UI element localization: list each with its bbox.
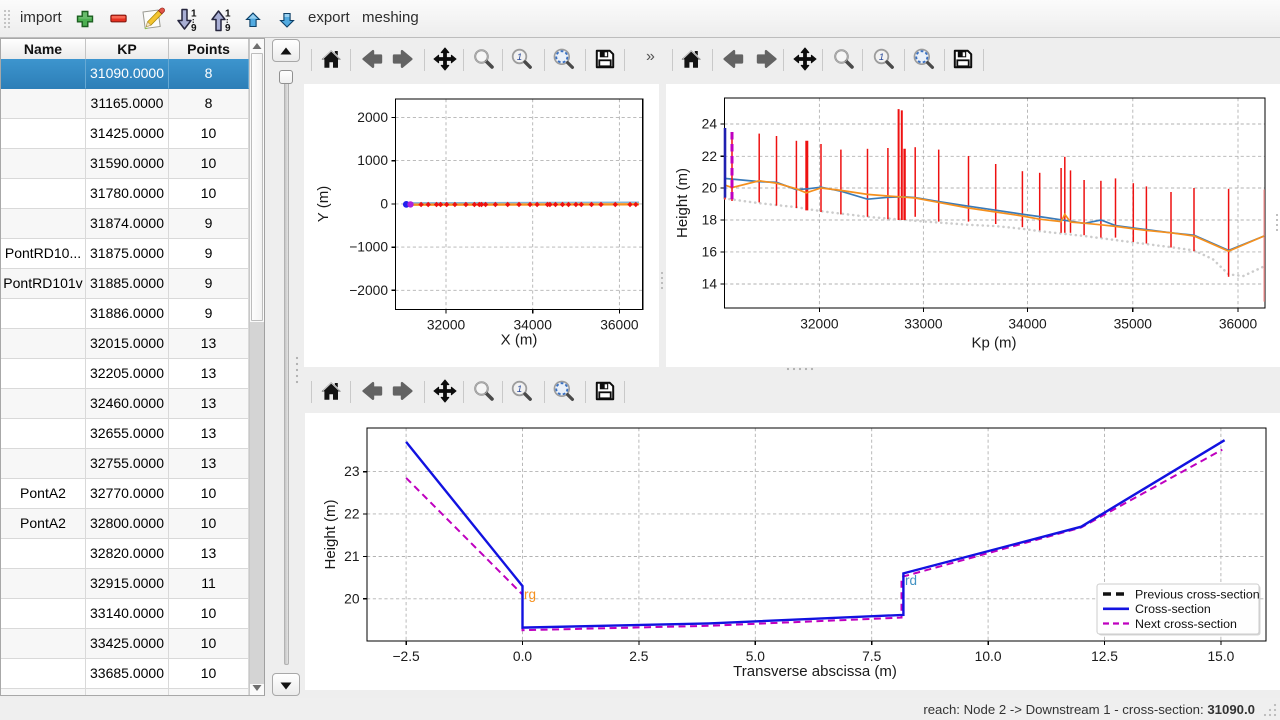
svg-text:9: 9	[225, 23, 231, 32]
svg-text:Y (m): Y (m)	[315, 186, 332, 222]
svg-text:0: 0	[380, 197, 388, 212]
svg-text:rg: rg	[524, 587, 536, 602]
svg-text:20: 20	[702, 181, 718, 196]
svg-text:10.0: 10.0	[975, 649, 1002, 664]
svg-text:14: 14	[702, 277, 718, 292]
svg-text:35000: 35000	[1114, 317, 1153, 332]
svg-text:33000: 33000	[904, 317, 943, 332]
svg-text:Cross-section: Cross-section	[1135, 602, 1211, 616]
svg-text:18: 18	[702, 213, 718, 228]
svg-text:16: 16	[702, 244, 718, 259]
svg-text:32000: 32000	[800, 317, 839, 332]
svg-text:0.0: 0.0	[513, 649, 533, 664]
svg-text:Previous cross-section: Previous cross-section	[1135, 587, 1260, 601]
svg-text:Height (m): Height (m)	[674, 168, 691, 238]
svg-text:12.5: 12.5	[1091, 649, 1118, 664]
svg-text:2.5: 2.5	[629, 649, 649, 664]
svg-text:5.0: 5.0	[746, 649, 766, 664]
svg-text:X (m): X (m)	[501, 332, 538, 349]
svg-text:7.5: 7.5	[862, 649, 882, 664]
svg-text:36000: 36000	[1219, 317, 1258, 332]
svg-text:21: 21	[344, 549, 359, 564]
svg-text:Height (m): Height (m)	[322, 499, 339, 569]
svg-text:Kp (m): Kp (m)	[972, 335, 1017, 352]
svg-text:20: 20	[344, 591, 360, 606]
svg-text:36000: 36000	[600, 318, 639, 333]
svg-text:34000: 34000	[514, 318, 553, 333]
svg-text:Transverse abscissa (m): Transverse abscissa (m)	[733, 663, 897, 680]
svg-text:rd: rd	[905, 573, 917, 588]
svg-text:1000: 1000	[357, 153, 388, 168]
svg-text:−2000: −2000	[349, 283, 388, 298]
svg-text:−2.5: −2.5	[392, 649, 420, 664]
svg-text:22: 22	[702, 149, 717, 164]
svg-text:23: 23	[344, 464, 360, 479]
svg-text:24: 24	[702, 117, 718, 132]
svg-text:−1000: −1000	[349, 240, 388, 255]
svg-text:32000: 32000	[427, 318, 466, 333]
svg-text:9: 9	[191, 23, 197, 32]
svg-text:1: 1	[225, 9, 231, 20]
svg-text:22: 22	[344, 506, 359, 521]
svg-text:34000: 34000	[1008, 317, 1047, 332]
svg-text:1: 1	[191, 9, 197, 20]
svg-text:2000: 2000	[357, 110, 388, 125]
svg-text:Next cross-section: Next cross-section	[1135, 617, 1237, 631]
svg-text:15.0: 15.0	[1207, 649, 1234, 664]
